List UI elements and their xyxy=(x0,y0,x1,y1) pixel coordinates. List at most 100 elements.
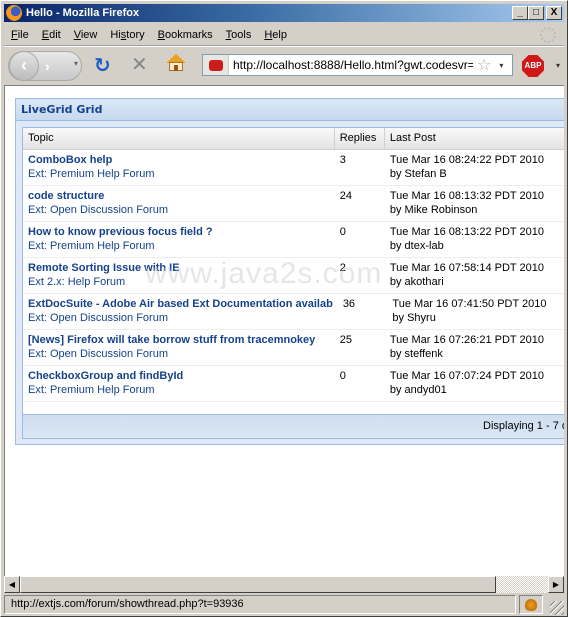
status-bar: http://extjs.com/forum/showthread.php?t=… xyxy=(4,594,564,615)
grid: Topic Replies Last Post ComboBox help Ext… xyxy=(22,127,564,439)
adblock-dropdown-icon[interactable]: ▾ xyxy=(556,61,560,70)
window-controls: _ □ X xyxy=(512,6,562,20)
grid-row[interactable]: How to know previous focus field ? Ext: P… xyxy=(23,222,564,258)
last-post-cell: Tue Mar 16 07:07:24 PDT 2010 by andyd01 xyxy=(385,366,564,401)
last-post-author: by Stefan B xyxy=(389,168,447,180)
grid-row[interactable]: ComboBox help Ext: Premium Help Forum 3 Tue… xyxy=(23,150,564,186)
last-post-cell: Tue Mar 16 07:41:50 PDT 2010 by Shyru xyxy=(387,294,564,329)
grid-body: ComboBox help Ext: Premium Help Forum 3 Tue… xyxy=(23,150,564,402)
topic-title-link[interactable]: code structure xyxy=(28,189,330,203)
topic-cell: CheckboxGroup and findById Ext: Premium H… xyxy=(23,366,335,401)
menu-tools[interactable]: Tools xyxy=(226,29,252,41)
grid-header: Topic Replies Last Post xyxy=(23,128,564,150)
bookmark-star-icon[interactable]: ☆ xyxy=(477,55,491,75)
reload-button[interactable]: ↻ xyxy=(94,53,111,78)
scroll-left-button[interactable]: ◀ xyxy=(4,576,20,593)
resize-grip[interactable] xyxy=(550,601,564,615)
last-post-date: Tue Mar 16 07:58:14 PDT 2010 xyxy=(389,262,544,274)
livegrid-panel: LiveGrid Grid Topic Replies Last Post Co… xyxy=(15,98,564,445)
last-post-cell: Tue Mar 16 08:24:22 PDT 2010 by Stefan B xyxy=(385,150,564,185)
menu-bookmarks[interactable]: Bookmarks xyxy=(158,29,213,41)
paging-display-text: Displaying 1 - 7 of xyxy=(483,420,564,432)
page-content: LiveGrid Grid Topic Replies Last Post Co… xyxy=(4,85,564,576)
menu-view[interactable]: View xyxy=(74,29,98,41)
status-text: http://extjs.com/forum/showthread.php?t=… xyxy=(4,595,516,614)
grid-row[interactable]: ExtDocSuite - Adobe Air based Ext Docume… xyxy=(23,294,564,330)
topic-title-link[interactable]: ComboBox help xyxy=(28,153,330,167)
scrollbar-thumb[interactable] xyxy=(20,576,496,593)
panel-title: LiveGrid Grid xyxy=(16,99,564,121)
last-post-date: Tue Mar 16 08:24:22 PDT 2010 xyxy=(389,154,544,166)
topic-cell: ExtDocSuite - Adobe Air based Ext Docume… xyxy=(23,294,338,329)
column-header-last-post[interactable]: Last Post xyxy=(385,128,564,149)
topic-forum: Ext: Premium Help Forum xyxy=(28,384,155,396)
last-post-author: by steffenk xyxy=(389,348,443,360)
topic-title-link[interactable]: [News] Firefox will take borrow stuff fr… xyxy=(28,333,330,347)
menu-bar: File Edit View History Bookmarks Tools H… xyxy=(4,25,564,45)
home-button[interactable] xyxy=(166,54,186,72)
last-post-author: by dtex-lab xyxy=(389,240,444,252)
title-bar: Hello - Mozilla Firefox _ □ X xyxy=(4,4,564,22)
adblock-plus-button[interactable]: ABP xyxy=(522,55,544,77)
topic-cell: ComboBox help Ext: Premium Help Forum xyxy=(23,150,335,185)
menu-file[interactable]: File xyxy=(11,29,29,41)
topic-forum: Ext: Premium Help Forum xyxy=(28,168,155,180)
column-header-topic[interactable]: Topic xyxy=(23,128,335,149)
topic-cell: How to know previous focus field ? Ext: P… xyxy=(23,222,335,257)
forward-button[interactable]: › xyxy=(45,58,50,74)
topic-cell: Remote Sorting Issue with IE Ext 2.x: Hel… xyxy=(23,258,335,293)
navigation-toolbar: ‹ › ▾ ↻ ✕ ☆ ▾ ABP ▾ xyxy=(4,47,564,83)
url-dropdown-icon[interactable]: ▾ xyxy=(499,61,503,70)
last-post-date: Tue Mar 16 08:13:22 PDT 2010 xyxy=(389,226,544,238)
column-header-replies[interactable]: Replies xyxy=(335,128,385,149)
menu-history[interactable]: History xyxy=(110,29,144,41)
grid-row[interactable]: CheckboxGroup and findById Ext: Premium H… xyxy=(23,366,564,402)
stop-button[interactable]: ✕ xyxy=(131,52,148,77)
topic-cell: [News] Firefox will take borrow stuff fr… xyxy=(23,330,335,365)
replies-cell: 2 xyxy=(339,262,346,274)
home-icon-door xyxy=(174,65,178,71)
menu-help[interactable]: Help xyxy=(264,29,287,41)
last-post-author: by Shyru xyxy=(392,312,436,324)
topic-forum: Ext 2.x: Help Forum xyxy=(28,276,126,288)
topic-title-link[interactable]: How to know previous focus field ? xyxy=(28,225,330,239)
topic-forum: Ext: Premium Help Forum xyxy=(28,240,155,252)
horizontal-scrollbar[interactable]: ◀ ▶ xyxy=(4,576,564,593)
last-post-cell: Tue Mar 16 08:13:22 PDT 2010 by dtex-lab xyxy=(385,222,564,257)
grid-row[interactable]: Remote Sorting Issue with IE Ext 2.x: Hel… xyxy=(23,258,564,294)
topic-forum: Ext: Open Discussion Forum xyxy=(28,312,168,324)
replies-cell: 24 xyxy=(339,190,352,202)
scroll-right-button[interactable]: ▶ xyxy=(548,576,564,593)
replies-cell: 25 xyxy=(339,334,352,346)
site-identity-button[interactable] xyxy=(203,55,229,75)
firefox-icon xyxy=(6,5,22,21)
url-input[interactable] xyxy=(233,58,473,72)
grid-row[interactable]: code structure Ext: Open Discussion Forum… xyxy=(23,186,564,222)
topic-title-link[interactable]: Remote Sorting Issue with IE xyxy=(28,261,330,275)
close-button[interactable]: X xyxy=(546,6,562,20)
window-title: Hello - Mozilla Firefox xyxy=(26,7,140,19)
last-post-date: Tue Mar 16 07:26:21 PDT 2010 xyxy=(389,334,544,346)
topic-title-link[interactable]: CheckboxGroup and findById xyxy=(28,369,330,383)
firebug-icon xyxy=(525,598,537,611)
back-button[interactable]: ‹ xyxy=(9,51,39,81)
url-bar: ☆ ▾ xyxy=(202,54,513,76)
paging-toolbar: Displaying 1 - 7 of xyxy=(23,414,564,438)
site-favicon-icon xyxy=(208,59,223,71)
last-post-date: Tue Mar 16 07:07:24 PDT 2010 xyxy=(389,370,544,382)
topic-cell: code structure Ext: Open Discussion Forum xyxy=(23,186,335,221)
back-forward-group: ‹ › ▾ xyxy=(8,51,82,81)
minimize-button[interactable]: _ xyxy=(512,6,528,20)
maximize-button[interactable]: □ xyxy=(528,6,544,20)
browser-window: Hello - Mozilla Firefox _ □ X File Edit … xyxy=(0,0,568,617)
firebug-button[interactable] xyxy=(519,595,543,614)
topic-forum: Ext: Open Discussion Forum xyxy=(28,204,168,216)
menu-edit[interactable]: Edit xyxy=(42,29,61,41)
history-dropdown-icon[interactable]: ▾ xyxy=(74,59,78,68)
last-post-date: Tue Mar 16 08:13:32 PDT 2010 xyxy=(389,190,544,202)
grid-row[interactable]: [News] Firefox will take borrow stuff fr… xyxy=(23,330,564,366)
last-post-author: by andyd01 xyxy=(389,384,447,396)
last-post-cell: Tue Mar 16 07:26:21 PDT 2010 by steffenk xyxy=(385,330,564,365)
replies-cell: 0 xyxy=(339,226,346,238)
topic-title-link[interactable]: ExtDocSuite - Adobe Air based Ext Docume… xyxy=(28,297,333,311)
